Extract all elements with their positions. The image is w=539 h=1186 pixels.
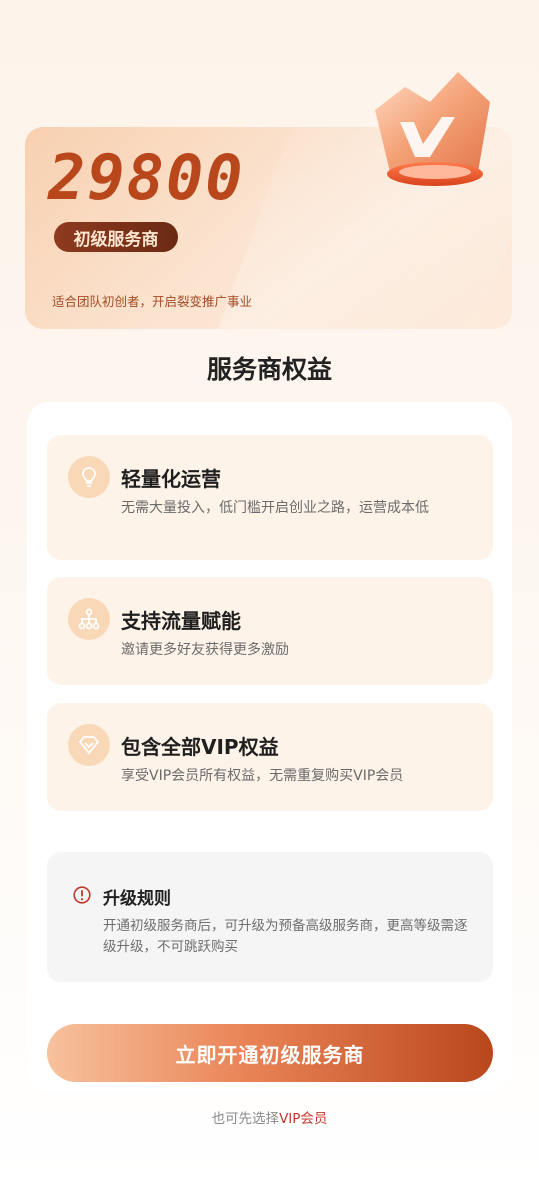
warning-icon — [73, 886, 91, 904]
open-service-provider-button[interactable]: 立即开通初级服务商 — [47, 1024, 493, 1082]
rules-description: 开通初级服务商后，可升级为预备高级服务商，更高等级需逐级升级，不可跳跃购买 — [103, 918, 468, 955]
network-icon — [68, 598, 110, 640]
benefit-title: 支持流量赋能 — [121, 609, 241, 633]
vip-member-link[interactable]: VIP会员 — [279, 1111, 327, 1127]
benefit-description: 邀请更多好友获得更多激励 — [121, 642, 289, 658]
benefit-title: 轻量化运营 — [121, 467, 221, 491]
rules-title: 升级规则 — [103, 889, 171, 909]
lightbulb-icon — [68, 456, 110, 498]
benefit-description: 无需大量投入，低门槛开启创业之路，运营成本低 — [121, 500, 429, 516]
upgrade-rules: 升级规则 开通初级服务商后，可升级为预备高级服务商，更高等级需逐级升级，不可跳跃… — [47, 852, 493, 982]
section-title: 服务商权益 — [206, 355, 332, 384]
benefit-item-lightweight: 轻量化运营 无需大量投入，低门槛开启创业之路，运营成本低 — [47, 435, 493, 560]
hero-description: 适合团队初创者，开启裂变推广事业 — [52, 294, 253, 309]
benefit-item-traffic: 支持流量赋能 邀请更多好友获得更多激励 — [47, 577, 493, 685]
benefit-description: 享受VIP会员所有权益，无需重复购买VIP会员 — [121, 768, 404, 784]
alternative-option: 也可先选择VIP会员 — [0, 1107, 539, 1127]
tier-badge: 初级服务商 — [54, 222, 178, 252]
benefit-item-vip: 包含全部VIP权益 享受VIP会员所有权益，无需重复购买VIP会员 — [47, 703, 493, 811]
crown-icon — [375, 72, 490, 186]
alt-prefix: 也可先选择 — [211, 1111, 280, 1127]
benefit-title: 包含全部VIP权益 — [121, 735, 279, 759]
price-amount: 29800 — [48, 141, 245, 214]
diamond-icon — [68, 724, 110, 766]
